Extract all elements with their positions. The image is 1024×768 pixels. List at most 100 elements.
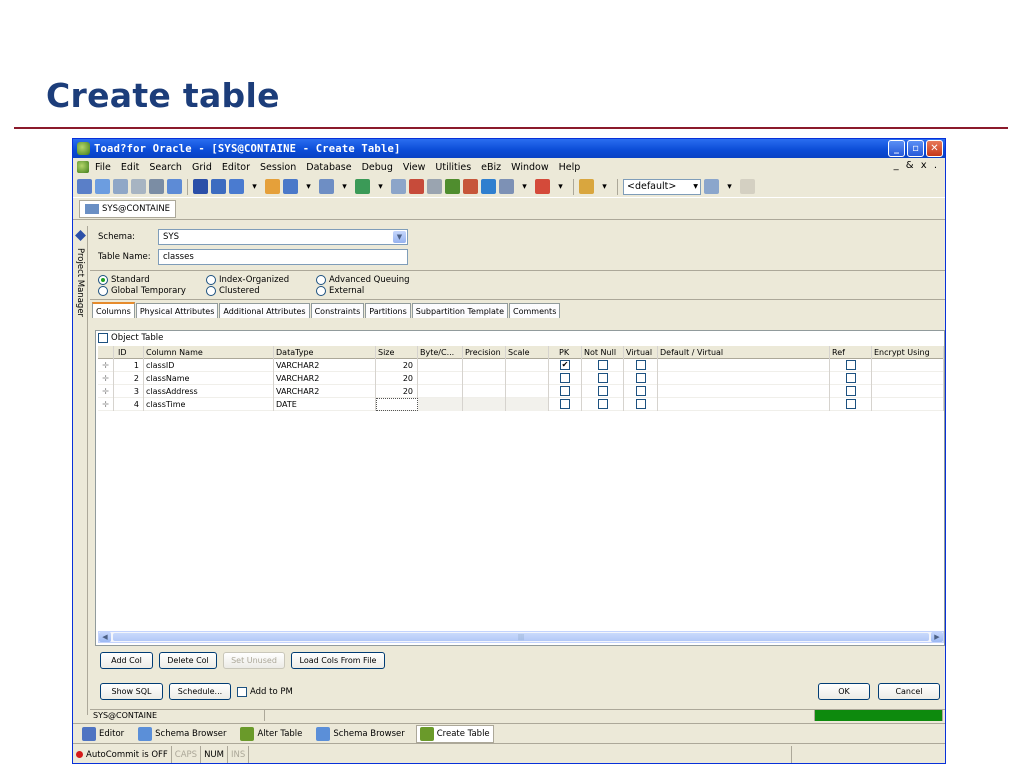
ref-checkbox[interactable] bbox=[845, 399, 856, 409]
schedule-button[interactable]: Schedule... bbox=[169, 683, 231, 700]
script-icon[interactable] bbox=[409, 179, 424, 194]
task-create-table[interactable]: Create Table bbox=[415, 724, 494, 743]
wand-icon[interactable] bbox=[265, 179, 280, 194]
header-id[interactable]: ID bbox=[114, 345, 144, 359]
header-default-virtual[interactable]: Default / Virtual bbox=[658, 345, 830, 359]
table-row[interactable]: ✛ 1 classID VARCHAR2 20 ✔ bbox=[98, 358, 944, 372]
menu-search[interactable]: Search bbox=[149, 162, 182, 173]
tab-comments[interactable]: Comments bbox=[509, 303, 561, 318]
not-null-checkbox[interactable] bbox=[597, 399, 608, 409]
menu-edit[interactable]: Edit bbox=[121, 162, 139, 173]
project-manager-sidebar[interactable]: Project Manager bbox=[73, 226, 88, 715]
table-row[interactable]: ✛ 3 classAddress VARCHAR2 20 bbox=[98, 384, 944, 398]
radio-standard[interactable]: Standard bbox=[98, 275, 206, 285]
cell-scale[interactable] bbox=[506, 371, 549, 385]
connect-icon[interactable] bbox=[499, 179, 514, 194]
data-grid-icon[interactable] bbox=[211, 179, 226, 194]
import-icon[interactable] bbox=[391, 179, 406, 194]
task-alter-table[interactable]: Alter Table bbox=[237, 725, 305, 743]
drag-handle-icon[interactable]: ✛ bbox=[98, 397, 114, 411]
pk-checkbox[interactable] bbox=[560, 373, 570, 383]
schema-browser-icon[interactable] bbox=[95, 179, 110, 194]
cell-column-name[interactable]: classAddress bbox=[144, 384, 274, 398]
compare-icon[interactable] bbox=[355, 179, 370, 194]
pk-checkbox[interactable] bbox=[560, 386, 570, 396]
cell-size[interactable]: 20 bbox=[376, 371, 418, 385]
load-cols-button[interactable]: Load Cols From File bbox=[291, 652, 385, 669]
cell-size[interactable]: 20 bbox=[376, 384, 418, 398]
header-datatype[interactable]: DataType bbox=[274, 345, 376, 359]
cell-encrypt-using[interactable] bbox=[872, 358, 944, 372]
drag-handle-icon[interactable]: ✛ bbox=[98, 384, 114, 398]
header-byte-char[interactable]: Byte/C... bbox=[418, 345, 463, 359]
tab-subpartition-template[interactable]: Subpartition Template bbox=[411, 303, 508, 318]
pk-checkbox-checked[interactable]: ✔ bbox=[560, 360, 570, 370]
cell-pk[interactable] bbox=[549, 384, 582, 398]
show-sql-button[interactable]: Show SQL bbox=[100, 683, 163, 700]
tab-physical-attributes[interactable]: Physical Attributes bbox=[135, 303, 219, 318]
schema-combo[interactable]: <default> ▾ bbox=[623, 178, 701, 195]
export-icon[interactable] bbox=[319, 179, 334, 194]
header-virtual[interactable]: Virtual bbox=[624, 345, 658, 359]
menu-debug[interactable]: Debug bbox=[362, 162, 393, 173]
ref-checkbox[interactable] bbox=[845, 373, 856, 383]
drag-handle-icon[interactable]: ✛ bbox=[98, 371, 114, 385]
cell-encrypt-using[interactable] bbox=[872, 371, 944, 385]
close-button[interactable]: ✕ bbox=[926, 140, 943, 157]
new-editor-icon[interactable] bbox=[77, 179, 92, 194]
ref-checkbox[interactable] bbox=[845, 386, 856, 396]
ref-checkbox[interactable] bbox=[845, 360, 856, 370]
rollback-icon[interactable] bbox=[481, 179, 496, 194]
cell-encrypt-using[interactable] bbox=[872, 384, 944, 398]
editor-tools-icon[interactable] bbox=[704, 179, 719, 194]
mdi-child-controls[interactable]: _ & x . bbox=[894, 160, 939, 171]
report-icon[interactable] bbox=[229, 179, 244, 194]
scroll-right-icon[interactable]: ▶ bbox=[931, 632, 943, 642]
cell-default-virtual[interactable] bbox=[658, 397, 830, 411]
header-precision[interactable]: Precision bbox=[463, 345, 506, 359]
cell-virtual[interactable] bbox=[624, 384, 658, 398]
menu-session[interactable]: Session bbox=[260, 162, 296, 173]
cell-datatype[interactable]: DATE bbox=[274, 397, 376, 411]
cell-datatype[interactable]: VARCHAR2 bbox=[274, 384, 376, 398]
menu-editor[interactable]: Editor bbox=[222, 162, 250, 173]
table-row[interactable]: ✛ 4 classTime DATE bbox=[98, 397, 944, 411]
task-schema-browser[interactable]: Schema Browser bbox=[135, 725, 229, 743]
not-null-checkbox[interactable] bbox=[597, 386, 608, 396]
set-unused-button[interactable]: Set Unused bbox=[223, 652, 285, 669]
cell-precision[interactable] bbox=[463, 384, 506, 398]
disabled-tool-icon[interactable] bbox=[740, 179, 755, 194]
ok-button[interactable]: OK bbox=[818, 683, 870, 700]
cell-byte-char[interactable] bbox=[418, 384, 463, 398]
dropdown-arrow-icon[interactable]: ▾ bbox=[517, 179, 532, 194]
cell-default-virtual[interactable] bbox=[658, 384, 830, 398]
header-encrypt-using[interactable]: Encrypt Using bbox=[872, 345, 944, 359]
cell-ref[interactable] bbox=[830, 384, 872, 398]
cell-virtual[interactable] bbox=[624, 358, 658, 372]
dropdown-arrow-icon[interactable]: ▾ bbox=[722, 179, 737, 194]
virtual-checkbox[interactable] bbox=[635, 399, 646, 409]
menu-grid[interactable]: Grid bbox=[192, 162, 212, 173]
menu-ebiz[interactable]: eBiz bbox=[481, 162, 501, 173]
virtual-checkbox[interactable] bbox=[635, 360, 646, 370]
cell-datatype[interactable]: VARCHAR2 bbox=[274, 358, 376, 372]
cell-ref[interactable] bbox=[830, 397, 872, 411]
cell-column-name[interactable]: classTime bbox=[144, 397, 274, 411]
virtual-checkbox[interactable] bbox=[635, 386, 646, 396]
object-table-option[interactable]: Object Table bbox=[96, 331, 944, 345]
menu-window[interactable]: Window bbox=[511, 162, 548, 173]
cell-size[interactable]: 20 bbox=[376, 358, 418, 372]
tab-columns[interactable]: Columns bbox=[92, 302, 135, 318]
cell-size-focused[interactable] bbox=[376, 397, 418, 411]
cell-scale[interactable] bbox=[506, 384, 549, 398]
dropdown-arrow-icon[interactable]: ▾ bbox=[553, 179, 568, 194]
cell-ref[interactable] bbox=[830, 371, 872, 385]
tab-additional-attributes[interactable]: Additional Attributes bbox=[219, 303, 310, 318]
disconnect-icon[interactable] bbox=[535, 179, 550, 194]
menu-utilities[interactable]: Utilities bbox=[435, 162, 471, 173]
dropdown-arrow-icon[interactable]: ▾ bbox=[337, 179, 352, 194]
virtual-checkbox[interactable] bbox=[635, 373, 646, 383]
scroll-left-icon[interactable]: ◀ bbox=[99, 632, 111, 642]
disabled-stop-icon[interactable] bbox=[427, 179, 442, 194]
cell-not-null[interactable] bbox=[582, 358, 624, 372]
